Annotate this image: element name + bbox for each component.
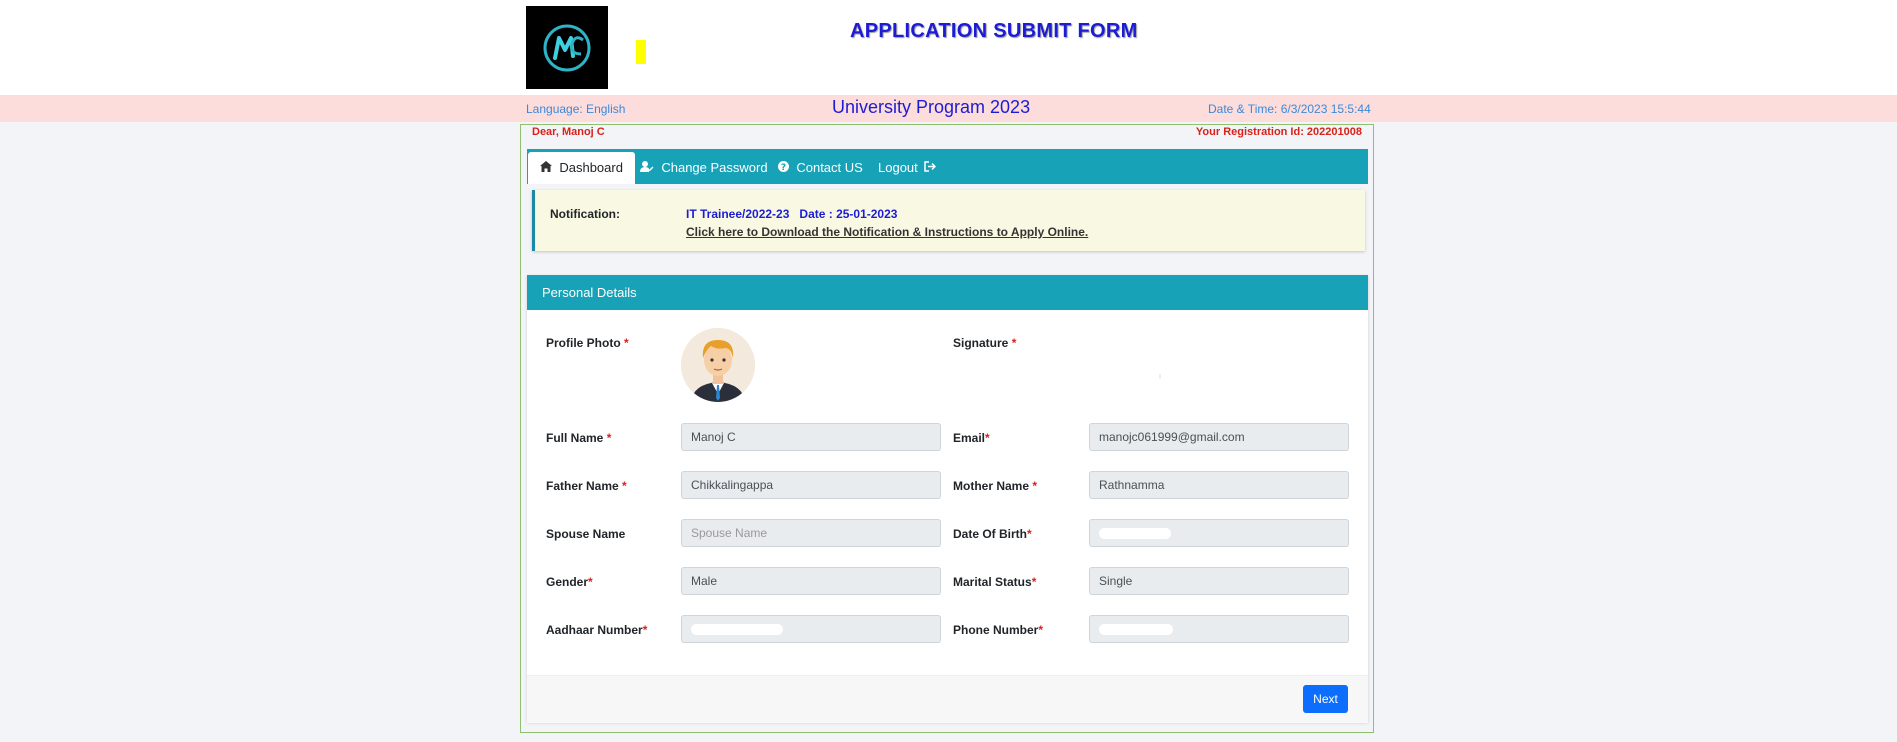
user-edit-icon xyxy=(640,161,657,175)
info-bar: Language: English University Program 202… xyxy=(0,95,1897,122)
gender-label-text: Gender xyxy=(546,575,589,589)
full-name-field[interactable]: Manoj C xyxy=(681,423,941,451)
highlight-mark xyxy=(636,40,646,64)
marital-status-label: Marital Status* xyxy=(953,575,1036,589)
personal-details-card: Personal Details Profile Photo * Signatu… xyxy=(527,275,1368,723)
tab-contact-us[interactable]: ? Contact US xyxy=(778,152,863,184)
aadhaar-field[interactable] xyxy=(681,615,941,643)
required-mark: * xyxy=(985,431,990,445)
registration-id: Your Registration Id: 202201008 xyxy=(1195,126,1362,138)
mc-logo-icon xyxy=(526,6,608,89)
tab-change-password-label: Change Password xyxy=(661,160,768,175)
email-label-text: Email xyxy=(953,431,986,445)
marital-status-field[interactable]: Single xyxy=(1089,567,1349,595)
mother-name-label: Mother Name * xyxy=(953,479,1037,493)
redacted-value xyxy=(1099,624,1173,636)
father-name-label: Father Name * xyxy=(546,479,627,493)
marital-status-label-text: Marital Status xyxy=(953,575,1032,589)
aadhaar-label: Aadhaar Number* xyxy=(546,623,647,637)
required-mark: * xyxy=(624,336,629,350)
phone-label-text: Phone Number xyxy=(953,623,1039,637)
tab-dashboard-label: Dashboard xyxy=(559,160,623,175)
redacted-value xyxy=(691,624,783,636)
father-name-label-text: Father Name xyxy=(546,479,619,493)
spouse-name-label: Spouse Name xyxy=(546,527,626,541)
required-mark: * xyxy=(1031,575,1037,589)
next-button[interactable]: Next xyxy=(1303,685,1348,713)
greeting-text: Dear, Manoj C xyxy=(532,126,605,138)
mother-name-field[interactable]: Rathnamma xyxy=(1089,471,1349,499)
spouse-name-field[interactable]: Spouse Name xyxy=(681,519,941,547)
signature-label: Signature * xyxy=(953,336,1016,350)
phone-label: Phone Number* xyxy=(953,623,1043,637)
svg-text:?: ? xyxy=(781,163,786,172)
profile-photo-label: Profile Photo * xyxy=(546,336,629,350)
redacted-value xyxy=(1099,528,1171,540)
notification-box: Notification: IT Trainee/2022-23 Date : … xyxy=(532,190,1365,251)
datetime-display: Date & Time: 6/3/2023 15:5:44 xyxy=(1208,102,1371,116)
tab-contact-us-label: Contact US xyxy=(796,160,863,175)
tab-logout-label: Logout xyxy=(878,160,918,175)
question-circle-icon: ? xyxy=(778,161,792,175)
required-mark: * xyxy=(622,479,627,493)
gender-field[interactable]: Male xyxy=(681,567,941,595)
dob-field[interactable] xyxy=(1089,519,1349,547)
email-label: Email* xyxy=(953,431,990,445)
dob-label: Date Of Birth* xyxy=(953,527,1032,541)
full-name-label: Full Name * xyxy=(546,431,611,445)
signature-image xyxy=(1159,374,1161,379)
profile-photo-label-text: Profile Photo xyxy=(546,336,621,350)
email-field[interactable]: manojc061999@gmail.com xyxy=(1089,423,1349,451)
program-title: University Program 2023 xyxy=(832,97,1031,117)
card-footer: Next xyxy=(527,675,1368,723)
page-title: APPLICATION SUBMIT FORM xyxy=(850,20,1138,42)
full-name-label-text: Full Name xyxy=(546,431,604,445)
required-mark: * xyxy=(1027,527,1032,541)
phone-field[interactable] xyxy=(1089,615,1349,643)
personal-details-heading: Personal Details xyxy=(527,275,1368,310)
header-bar: APPLICATION SUBMIT FORM xyxy=(0,0,1897,95)
notification-label: Notification: xyxy=(550,207,620,221)
required-mark: * xyxy=(1032,479,1038,493)
father-name-field[interactable]: Chikkalingappa xyxy=(681,471,941,499)
required-mark: * xyxy=(588,575,593,589)
tab-dashboard[interactable]: Dashboard xyxy=(528,152,635,184)
tab-change-password[interactable]: Change Password xyxy=(640,152,768,184)
gender-label: Gender* xyxy=(546,575,593,589)
required-mark: * xyxy=(1038,623,1044,637)
aadhaar-label-text: Aadhaar Number xyxy=(546,623,643,637)
tab-logout[interactable]: Logout xyxy=(878,152,940,184)
required-mark: * xyxy=(1011,336,1017,350)
sign-out-icon xyxy=(924,161,937,175)
notification-download-link[interactable]: Click here to Download the Notification … xyxy=(686,225,1088,239)
required-mark: * xyxy=(642,623,648,637)
language-selector[interactable]: Language: English xyxy=(526,102,625,116)
avatar xyxy=(681,328,755,402)
mother-name-label-text: Mother Name xyxy=(953,479,1030,493)
notification-title: IT Trainee/2022-23 Date : 25-01-2023 xyxy=(686,207,898,221)
nav-tabs: Dashboard Change Password ? Contact US L… xyxy=(527,149,1368,184)
required-mark: * xyxy=(606,431,612,445)
dob-label-text: Date Of Birth xyxy=(953,527,1028,541)
home-icon xyxy=(540,161,555,175)
signature-label-text: Signature xyxy=(953,336,1009,350)
